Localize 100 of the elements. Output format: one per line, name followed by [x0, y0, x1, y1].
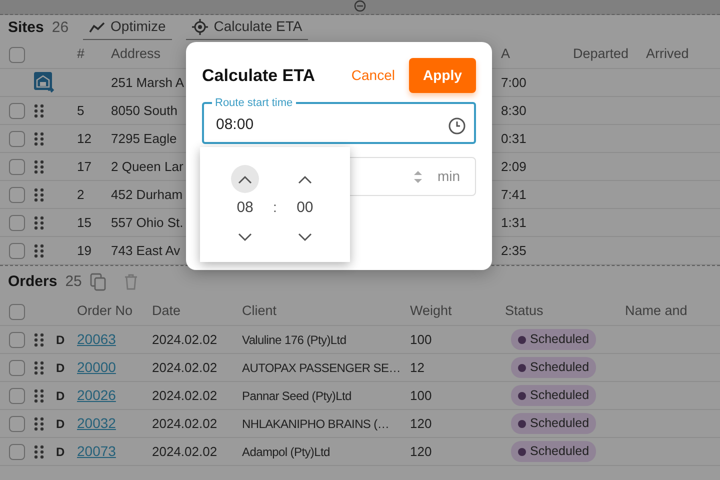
clock-icon [448, 116, 466, 134]
drag-handle-icon[interactable] [34, 188, 44, 202]
order-link[interactable]: 20032 [77, 413, 152, 434]
section-title: Sites [8, 18, 44, 38]
order-link[interactable]: 20073 [77, 441, 152, 462]
table-cell-text: 8050 South [111, 102, 178, 120]
checkbox[interactable] [9, 360, 25, 376]
trash-icon[interactable] [124, 274, 138, 290]
chevron-icon [298, 174, 312, 184]
hour-up-button[interactable] [231, 165, 260, 193]
checkbox[interactable] [9, 332, 25, 348]
drag-handle-icon[interactable] [34, 332, 44, 346]
table-cell-text: Pannar Seed (Pty)Ltd [242, 388, 352, 404]
minute-value: 00 [296, 198, 314, 218]
cancel-button[interactable]: Cancel [345, 61, 401, 90]
column-header: # [77, 45, 85, 64]
hour-value: 08 [236, 198, 254, 218]
column-header: A [501, 45, 510, 64]
apply-button[interactable]: Apply [409, 58, 476, 93]
column-header: Name and [625, 302, 688, 320]
drag-handle-icon[interactable] [34, 216, 44, 230]
drag-handle-icon[interactable] [34, 416, 44, 430]
status-tag: Scheduled [511, 413, 596, 434]
table-cell-text: 2 [77, 186, 84, 204]
table-cell-text: Valuline 176 (Pty)Ltd [242, 332, 346, 348]
checkbox[interactable] [9, 242, 25, 258]
column-header: Order No [77, 302, 134, 320]
toolbar-tab[interactable]: Optimize [82, 16, 172, 40]
status-tag: Scheduled [511, 357, 596, 378]
table-cell-text: 100 [410, 386, 433, 405]
table-cell-text: D [56, 444, 66, 460]
toolbar-tab[interactable]: Calculate ETA [186, 16, 308, 40]
copy-icon[interactable] [90, 273, 106, 291]
order-link[interactable]: 20000 [77, 357, 152, 378]
checkbox[interactable] [9, 130, 25, 146]
table-cell-text: 2 Queen Lar [111, 158, 184, 176]
column-header: Status [505, 302, 544, 320]
drag-handle-icon[interactable] [34, 360, 44, 374]
drag-handle-icon[interactable] [34, 444, 44, 458]
checkbox[interactable] [9, 388, 25, 404]
table-cell-text: 557 Ohio St. [111, 214, 184, 232]
order-link[interactable]: 20063 [77, 329, 152, 350]
checkbox[interactable] [9, 444, 25, 460]
table-cell-text: AUTOPAX PASSENGER SE… [242, 360, 400, 376]
chevron-icon [298, 233, 312, 242]
chevron-icon [238, 174, 252, 184]
checkbox[interactable] [9, 304, 25, 320]
checkbox[interactable] [9, 46, 25, 62]
table-cell-text: 15 [77, 214, 92, 232]
table-cell-text: 2024.02.02 [152, 330, 218, 349]
checkbox[interactable] [9, 416, 25, 432]
table-cell-text: D [56, 360, 66, 376]
order-link[interactable]: 20026 [77, 385, 152, 406]
table-cell-text: 2024.02.02 [152, 414, 218, 433]
checkbox[interactable] [9, 158, 25, 174]
column-header: Departed [573, 45, 629, 64]
drag-handle-icon[interactable] [34, 104, 44, 118]
field-label: Route start time [214, 97, 294, 109]
table-cell-text: D [56, 388, 66, 404]
spinner-icon[interactable] [413, 168, 424, 184]
drag-handle-icon[interactable] [34, 160, 44, 174]
table-cell-text: 100 [410, 330, 433, 349]
table-cell-text: 0:31 [501, 130, 526, 148]
unit-label: min [437, 167, 460, 186]
resize-handle-icon[interactable] [354, 0, 366, 12]
column-header: Address [111, 45, 161, 64]
column-header: Client [242, 302, 278, 320]
table-cell-text: 2:35 [501, 242, 526, 260]
table-cell-text: Adampol (Pty)Ltd [242, 444, 330, 460]
drag-handle-icon[interactable] [34, 244, 44, 258]
table-cell-text: 7295 Eagle [111, 130, 177, 148]
table-cell-text: 120 [410, 414, 433, 433]
checkbox[interactable] [9, 102, 25, 118]
table-cell-text: 19 [77, 242, 92, 260]
time-field[interactable]: Route start time 08:00 [202, 97, 476, 144]
drag-handle-icon[interactable] [34, 388, 44, 402]
line-chart-icon [88, 20, 105, 32]
status-tag: Scheduled [511, 441, 596, 462]
dialog-title: Calculate ETA [202, 64, 316, 87]
depot-icon [34, 72, 56, 94]
drag-handle-icon[interactable] [34, 132, 44, 146]
table-cell-text: 17 [77, 158, 92, 176]
status-tag: Scheduled [511, 329, 596, 350]
column-header: Weight [410, 302, 453, 320]
table-cell-text: 2024.02.02 [152, 386, 218, 405]
table-cell-text: 452 Durham [111, 186, 183, 204]
count: 25 [65, 272, 82, 292]
table-cell-text: 120 [410, 442, 433, 461]
table-cell-text: 2024.02.02 [152, 442, 218, 461]
table-cell-text: 1:31 [501, 214, 526, 232]
checkbox[interactable] [9, 186, 25, 202]
column-header: Arrived [646, 45, 689, 64]
table-cell-text: NHLAKANIPHO BRAINS (… [242, 416, 390, 432]
table-cell-text: 2024.02.02 [152, 358, 218, 377]
table-cell-text: 5 [77, 102, 84, 120]
count: 26 [52, 18, 69, 38]
checkbox[interactable] [9, 214, 25, 230]
table-cell-text: 2:09 [501, 158, 526, 176]
target-icon [192, 18, 208, 34]
table-cell-text: 7:00 [501, 74, 526, 92]
